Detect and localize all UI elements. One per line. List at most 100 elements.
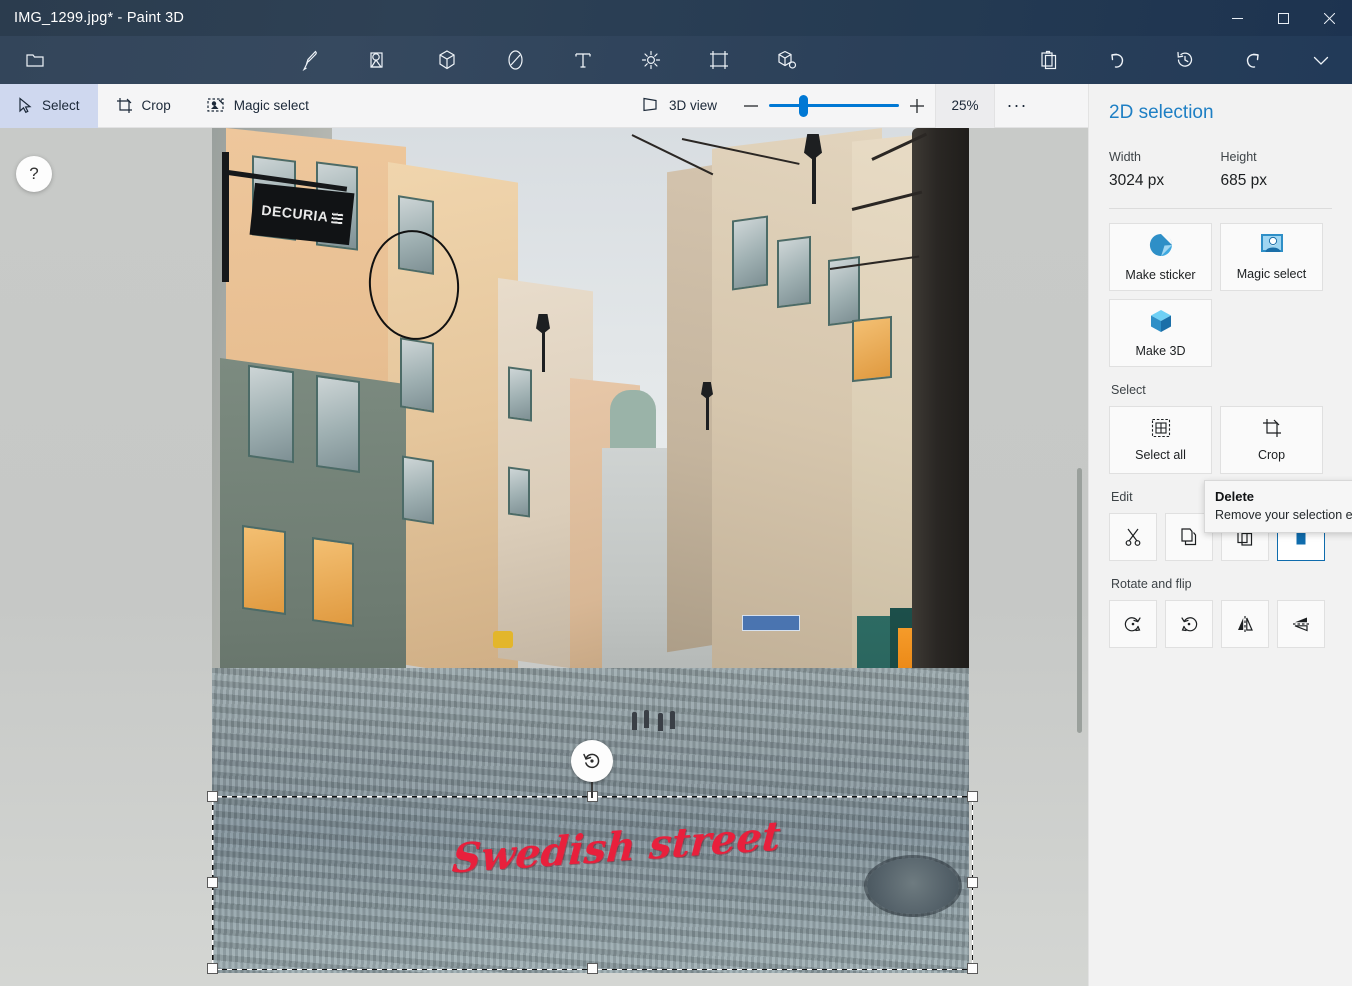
select-all-button[interactable]: Select all: [1109, 406, 1212, 474]
window-controls: [1214, 0, 1352, 36]
crop-icon: [116, 97, 133, 114]
selection-handle-middle-left[interactable]: [207, 877, 218, 888]
panel-title: 2D selection: [1109, 102, 1332, 124]
tab-crop-label: Crop: [142, 98, 171, 113]
window-title: IMG_1299.jpg* - Paint 3D: [14, 10, 184, 26]
sticker-icon: [1148, 232, 1174, 261]
more-options-button[interactable]: ···: [995, 84, 1039, 128]
sign-pattern-icon: [331, 212, 343, 224]
selection-handle-top-right[interactable]: [967, 791, 978, 802]
selection-handle-middle-right[interactable]: [967, 877, 978, 888]
zoom-percent-value[interactable]: 25%: [935, 84, 995, 128]
make-3d-label: Make 3D: [1135, 344, 1185, 358]
selection-box[interactable]: [212, 796, 973, 970]
hanging-shop-sign: DECURIA: [218, 148, 348, 268]
rotate-handle[interactable]: [571, 740, 613, 782]
text-icon[interactable]: [560, 40, 606, 80]
view-3d-label: 3D view: [669, 98, 717, 113]
window: [732, 215, 768, 290]
undo-icon[interactable]: [1094, 40, 1140, 80]
yellow-shop-sign: [493, 631, 513, 648]
make-3d-button[interactable]: Make 3D: [1109, 299, 1212, 367]
stickers-2d-icon[interactable]: [356, 40, 402, 80]
pedestrian: [644, 710, 649, 728]
magic-select-label: Magic select: [1237, 267, 1306, 281]
stickers-icon[interactable]: [492, 40, 538, 80]
rotate-right-button[interactable]: [1165, 600, 1213, 648]
effects-icon[interactable]: [628, 40, 674, 80]
redo-icon[interactable]: [1230, 40, 1276, 80]
magic-select-icon: [207, 97, 225, 114]
help-button[interactable]: ?: [16, 156, 52, 192]
magic-select-button[interactable]: Magic select: [1220, 223, 1323, 291]
history-icon[interactable]: [1162, 40, 1208, 80]
maximize-button[interactable]: [1260, 0, 1306, 36]
selection-handle-bottom-left[interactable]: [207, 963, 218, 974]
paste-icon[interactable]: [1026, 40, 1072, 80]
selection-marching-ants: [212, 796, 973, 970]
flip-vertical-button[interactable]: [1277, 600, 1325, 648]
rotate-handle-stem: [591, 782, 593, 798]
zoom-slider-track: [769, 104, 899, 107]
make-sticker-button[interactable]: Make sticker: [1109, 223, 1212, 291]
window: [508, 466, 530, 517]
zoom-slider-thumb[interactable]: [799, 95, 808, 117]
zoom-controls: 3D view 25% ···: [626, 84, 1039, 128]
rotate-left-button[interactable]: [1109, 600, 1157, 648]
window: [402, 455, 434, 524]
cut-button[interactable]: [1109, 513, 1157, 561]
select-buttons: Select all Crop: [1109, 406, 1332, 474]
street-name-plate: [742, 615, 800, 631]
window-lit: [852, 316, 892, 382]
tab-select[interactable]: Select: [0, 84, 98, 128]
rotate-flip-buttons: [1109, 600, 1332, 648]
art-tools-icon[interactable]: [288, 40, 334, 80]
zoom-slider[interactable]: [769, 84, 899, 128]
selection-handle-bottom-center[interactable]: [587, 963, 598, 974]
close-button[interactable]: [1306, 0, 1352, 36]
toolbar-tools: [288, 40, 810, 80]
selection-dimensions: Width 3024 px Height 685 px: [1109, 150, 1332, 190]
zoom-in-button[interactable]: [899, 84, 935, 128]
height-label: Height: [1221, 150, 1333, 164]
cube-3d-icon: [1148, 308, 1174, 337]
sign-text: DECURIA: [261, 202, 330, 225]
selection-panel: 2D selection Width 3024 px Height 685 px: [1088, 84, 1352, 986]
canvas-vertical-scrollbar[interactable]: [1077, 468, 1082, 733]
tab-magic-select-label: Magic select: [234, 98, 309, 113]
selection-handle-top-left[interactable]: [207, 791, 218, 802]
tab-crop[interactable]: Crop: [98, 84, 189, 128]
width-field: Width 3024 px: [1109, 150, 1221, 190]
lamp-bracket: [542, 328, 545, 372]
3d-library-icon[interactable]: [764, 40, 810, 80]
chevron-down-icon[interactable]: [1298, 40, 1344, 80]
crop-button[interactable]: Crop: [1220, 406, 1323, 474]
tab-select-label: Select: [42, 98, 80, 113]
help-label: ?: [29, 164, 38, 184]
window: [248, 365, 294, 463]
sign-board: DECURIA: [250, 183, 355, 245]
minimize-button[interactable]: [1214, 0, 1260, 36]
crop-label: Crop: [1258, 448, 1285, 462]
delete-tooltip: Delete Remove your selection ent: [1204, 480, 1352, 533]
pedestrian: [658, 713, 663, 731]
pedestrians: [632, 708, 692, 732]
selection-handle-bottom-right[interactable]: [967, 963, 978, 974]
view-3d-button[interactable]: 3D view: [626, 96, 733, 115]
select-subtoolbar: Select Crop Magic select: [0, 84, 1088, 128]
shapes-3d-icon[interactable]: [424, 40, 470, 80]
selection-handle-top-center[interactable]: [587, 791, 598, 802]
rotate-flip-section-label: Rotate and flip: [1111, 577, 1332, 591]
window: [400, 337, 434, 412]
tab-magic-select[interactable]: Magic select: [189, 84, 327, 128]
window: [316, 375, 360, 473]
flip-horizontal-button[interactable]: [1221, 600, 1269, 648]
canvas-icon[interactable]: [696, 40, 742, 80]
menu-icon[interactable]: [12, 40, 58, 80]
height-value: 685 px: [1221, 172, 1333, 190]
panel-divider: [1109, 208, 1332, 209]
zoom-out-button[interactable]: [733, 84, 769, 128]
paint3d-window: IMG_1299.jpg* - Paint 3D: [0, 0, 1352, 986]
select-all-icon: [1151, 418, 1171, 441]
view-3d-icon: [642, 96, 660, 115]
